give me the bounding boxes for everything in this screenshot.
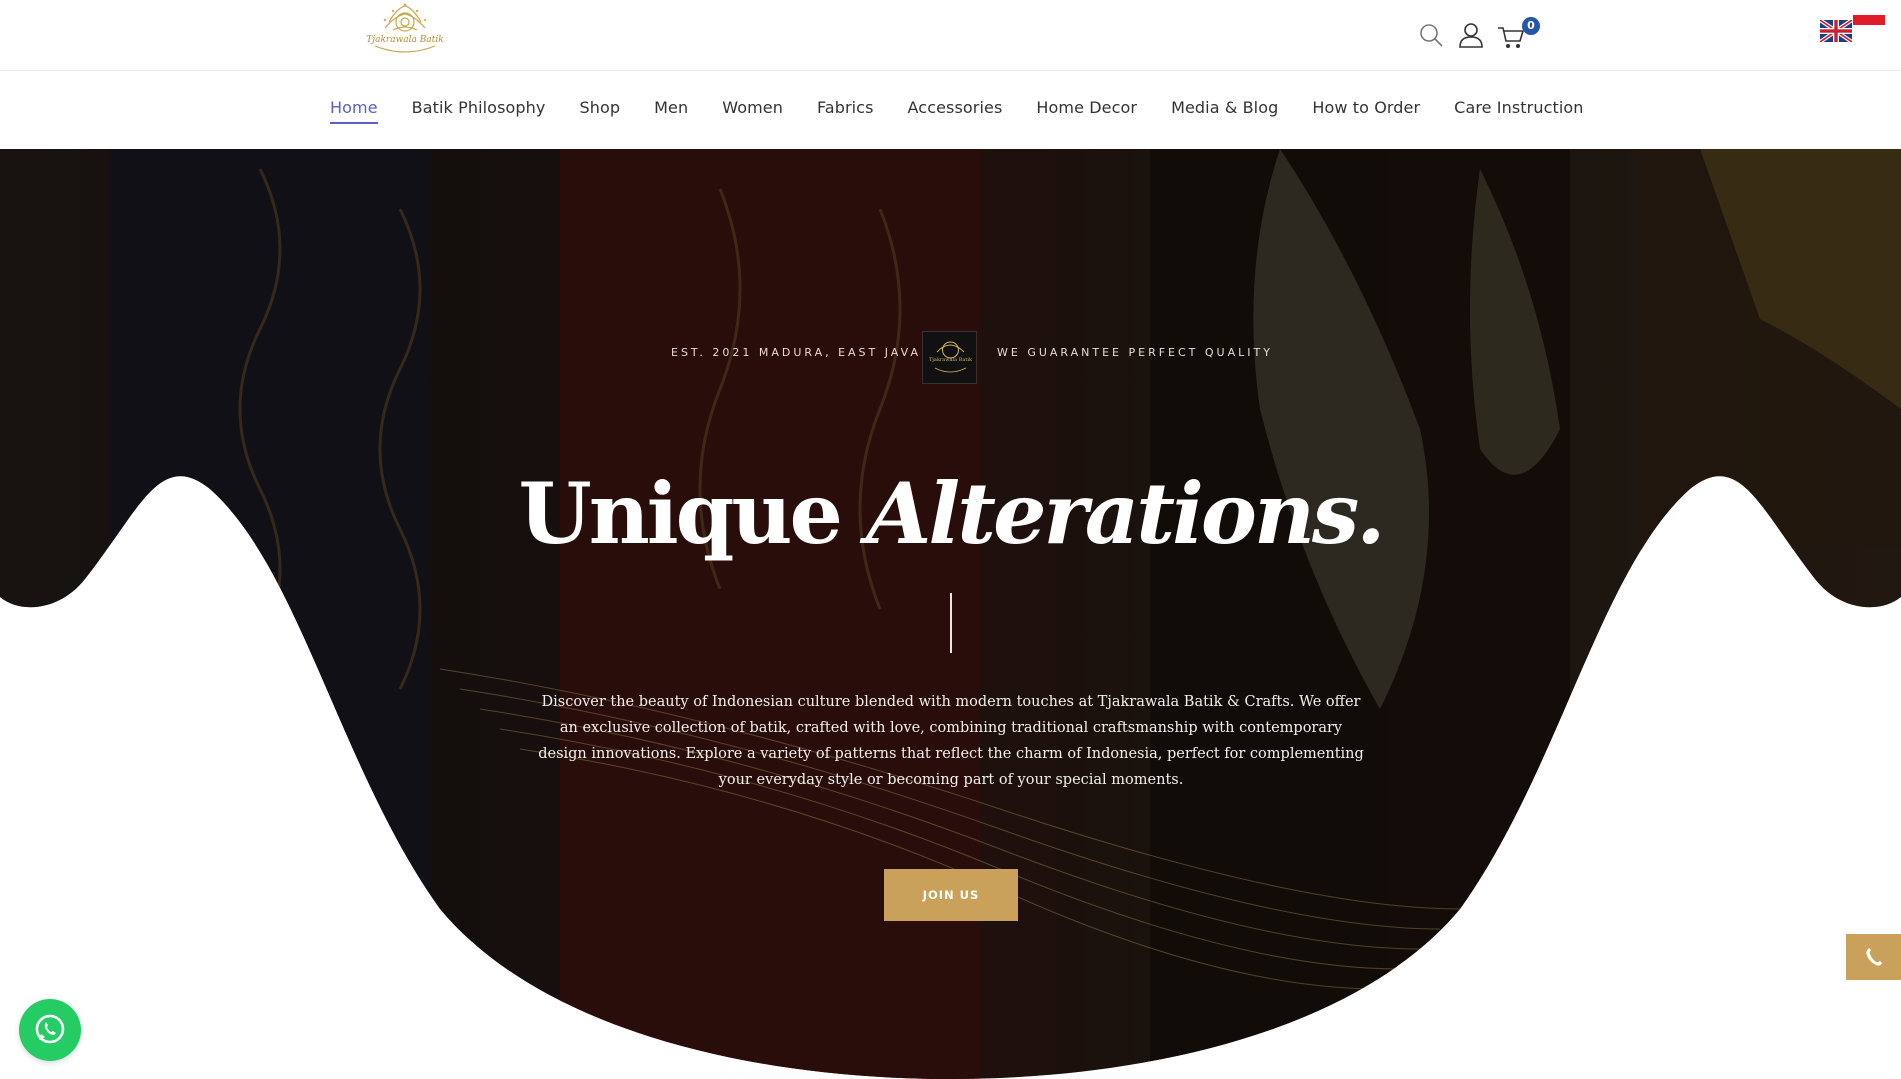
badge-logo-text: Tjakrawala Batik <box>929 357 972 363</box>
nav-item-care-instruction[interactable]: Care Instruction <box>1454 98 1583 124</box>
hero-badge-logo: Tjakrawala Batik <box>922 331 977 384</box>
nav-menu: Home Batik Philosophy Shop Men Women Fab… <box>330 98 1618 124</box>
english-flag-icon <box>1818 18 1854 44</box>
language-indonesian[interactable] <box>1853 15 1885 35</box>
hero-title-regular: Unique <box>518 464 842 563</box>
hero-divider <box>950 593 952 653</box>
top-header: Tjakrawala Batik 0 <box>0 0 1901 71</box>
search-button[interactable] <box>1416 18 1446 52</box>
whatsapp-icon <box>35 1014 65 1044</box>
hero-title-italic: Alterations. <box>866 464 1385 563</box>
nav-item-home-decor[interactable]: Home Decor <box>1036 98 1137 124</box>
nav-item-fabrics[interactable]: Fabrics <box>817 98 874 124</box>
nav-item-women[interactable]: Women <box>722 98 783 124</box>
nav-item-home[interactable]: Home <box>330 98 378 124</box>
account-button[interactable] <box>1456 18 1486 52</box>
nav-item-accessories[interactable]: Accessories <box>908 98 1003 124</box>
main-navigation: Home Batik Philosophy Shop Men Women Fab… <box>0 71 1901 149</box>
phone-icon <box>1866 948 1882 966</box>
nav-item-media-blog[interactable]: Media & Blog <box>1171 98 1278 124</box>
hero-tagline-right: WE GUARANTEE PERFECT QUALITY <box>997 346 1273 359</box>
nav-item-shop[interactable]: Shop <box>579 98 620 124</box>
brand-logo[interactable]: Tjakrawala Batik <box>363 2 447 68</box>
nav-item-batik-philosophy[interactable]: Batik Philosophy <box>412 98 546 124</box>
search-icon <box>1420 24 1443 47</box>
user-icon <box>1459 23 1483 48</box>
whatsapp-button[interactable] <box>19 999 81 1061</box>
nav-item-how-to-order[interactable]: How to Order <box>1312 98 1420 124</box>
hero-title: Unique Alterations. <box>0 464 1901 563</box>
call-button[interactable] <box>1846 934 1901 980</box>
hero-tagline-left: EST. 2021 MADURA, EAST JAVA <box>671 346 921 359</box>
language-english[interactable] <box>1818 18 1854 44</box>
hero-section: EST. 2021 MADURA, EAST JAVA Tjakrawala B… <box>0 149 1901 1079</box>
indonesia-flag-icon <box>1853 15 1885 35</box>
nav-item-men[interactable]: Men <box>654 98 688 124</box>
brand-logo-text: Tjakrawala Batik <box>366 35 444 45</box>
join-us-button[interactable]: JOIN US <box>884 869 1018 921</box>
hero-description: Discover the beauty of Indonesian cultur… <box>538 694 1364 788</box>
cart-count-badge: 0 <box>1522 17 1540 35</box>
cart-button[interactable]: 0 <box>1496 17 1540 52</box>
